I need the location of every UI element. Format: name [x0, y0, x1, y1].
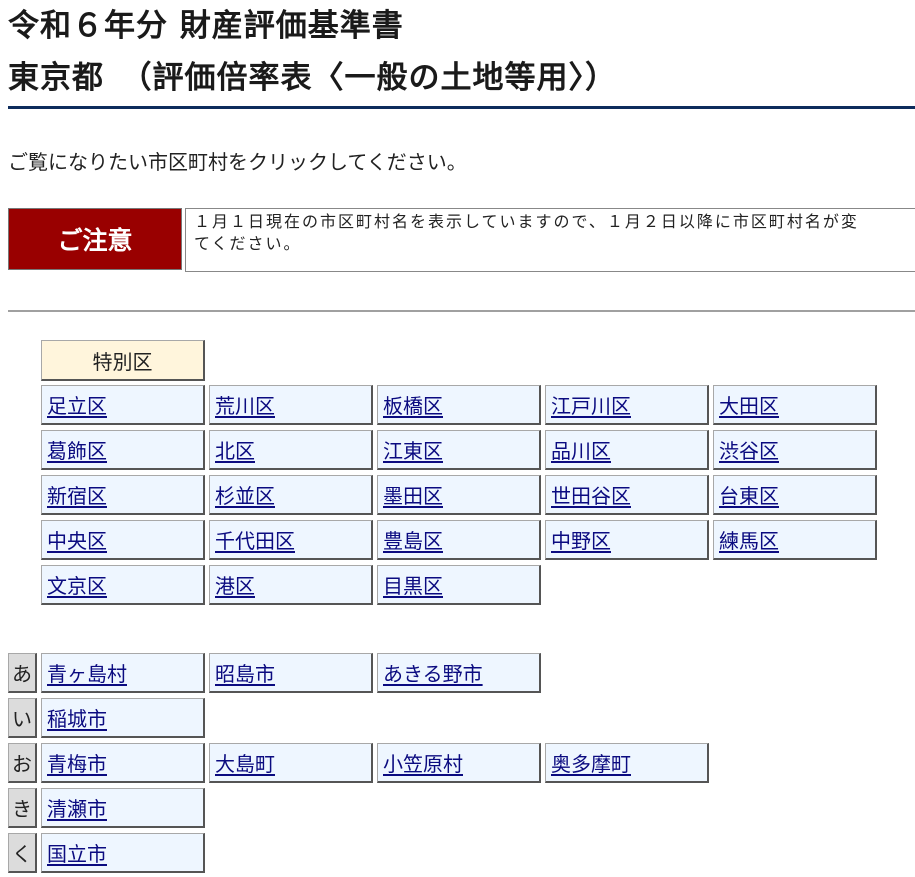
municipality-cell: 大島町: [209, 743, 373, 783]
notice-text-line: １月１日現在の市区町村名を表示していますので、１月２日以降に市区町村名が変: [194, 212, 859, 231]
municipality-link[interactable]: 青梅市: [47, 748, 107, 777]
kana-index-label: き: [8, 788, 37, 828]
kana-index-label: く: [8, 833, 37, 873]
ward-link[interactable]: 足立区: [47, 390, 107, 419]
ward-cell: 豊島区: [377, 520, 541, 560]
municipality-link[interactable]: 小笠原村: [383, 748, 463, 777]
municipality-link[interactable]: 青ヶ島村: [47, 658, 127, 687]
municipality-cell: 青ヶ島村: [41, 653, 205, 693]
municipality-link[interactable]: あきる野市: [383, 658, 483, 687]
municipality-cell: 国立市: [41, 833, 205, 873]
ward-link[interactable]: 台東区: [719, 480, 779, 509]
ward-link[interactable]: 江戸川区: [551, 390, 631, 419]
ward-cell: 中野区: [545, 520, 709, 560]
municipality-cell: 稲城市: [41, 698, 205, 738]
ward-link[interactable]: 中野区: [551, 525, 611, 554]
ward-link[interactable]: 板橋区: [383, 390, 443, 419]
notice-box: ご注意 １月１日現在の市区町村名を表示していますので、１月２日以降に市区町村名が…: [8, 208, 915, 272]
page-subtitle: 東京都 （評価倍率表〈一般の土地等用〉）: [8, 60, 617, 96]
ward-cell: 大田区: [713, 385, 877, 425]
kana-index-label: あ: [8, 653, 37, 693]
ward-link[interactable]: 墨田区: [383, 480, 443, 509]
kana-index-label: お: [8, 743, 37, 783]
ward-cell: 台東区: [713, 475, 877, 515]
municipality-cell: 奥多摩町: [545, 743, 709, 783]
ward-link[interactable]: 千代田区: [215, 525, 295, 554]
municipality-cell: あきる野市: [377, 653, 541, 693]
ward-link[interactable]: 目黒区: [383, 570, 443, 599]
ward-cell: 目黒区: [377, 565, 541, 605]
ward-link[interactable]: 葛飾区: [47, 435, 107, 464]
ward-cell: 港区: [209, 565, 373, 605]
ward-cell: 荒川区: [209, 385, 373, 425]
notice-label: ご注意: [8, 208, 182, 270]
ward-link[interactable]: 渋谷区: [719, 435, 779, 464]
ward-link[interactable]: 大田区: [719, 390, 779, 419]
ward-cell: 品川区: [545, 430, 709, 470]
ward-link[interactable]: 北区: [215, 435, 255, 464]
municipality-cell: 青梅市: [41, 743, 205, 783]
municipality-link[interactable]: 稲城市: [47, 703, 107, 732]
ward-cell: 世田谷区: [545, 475, 709, 515]
ward-cell: 文京区: [41, 565, 205, 605]
municipality-link[interactable]: 昭島市: [215, 658, 275, 687]
ward-cell: 新宿区: [41, 475, 205, 515]
ward-link[interactable]: 世田谷区: [551, 480, 631, 509]
ward-link[interactable]: 品川区: [551, 435, 611, 464]
ward-cell: 中央区: [41, 520, 205, 560]
ward-link[interactable]: 江東区: [383, 435, 443, 464]
ward-link[interactable]: 新宿区: [47, 480, 107, 509]
notice-text: １月１日現在の市区町村名を表示していますので、１月２日以降に市区町村名が変 てく…: [185, 208, 915, 272]
ward-cell: 北区: [209, 430, 373, 470]
ward-link[interactable]: 中央区: [47, 525, 107, 554]
ward-cell: 江東区: [377, 430, 541, 470]
municipality-cell: 昭島市: [209, 653, 373, 693]
ward-cell: 葛飾区: [41, 430, 205, 470]
municipality-link[interactable]: 国立市: [47, 838, 107, 867]
ward-cell: 江戸川区: [545, 385, 709, 425]
municipality-link[interactable]: 清瀬市: [47, 793, 107, 822]
special-wards-header: 特別区: [41, 340, 205, 381]
ward-cell: 足立区: [41, 385, 205, 425]
ward-cell: 渋谷区: [713, 430, 877, 470]
ward-link[interactable]: 豊島区: [383, 525, 443, 554]
kana-index-label: い: [8, 698, 37, 738]
ward-link[interactable]: 文京区: [47, 570, 107, 599]
ward-link[interactable]: 練馬区: [719, 525, 779, 554]
ward-link[interactable]: 荒川区: [215, 390, 275, 419]
ward-cell: 杉並区: [209, 475, 373, 515]
municipality-link[interactable]: 奥多摩町: [551, 748, 631, 777]
page-title-block: 令和６年分 財産評価基準書 東京都 （評価倍率表〈一般の土地等用〉）: [8, 2, 915, 109]
municipality-cell: 清瀬市: [41, 788, 205, 828]
municipality-cell: 小笠原村: [377, 743, 541, 783]
ward-link[interactable]: 杉並区: [215, 480, 275, 509]
ward-cell: 墨田区: [377, 475, 541, 515]
ward-cell: 板橋区: [377, 385, 541, 425]
ward-cell: 千代田区: [209, 520, 373, 560]
municipality-link[interactable]: 大島町: [215, 748, 275, 777]
instruction-text: ご覧になりたい市区町村をクリックしてください。: [8, 150, 467, 174]
notice-text-line: てください。: [194, 234, 302, 253]
ward-link[interactable]: 港区: [215, 570, 255, 599]
divider: [8, 310, 915, 312]
page-title: 令和６年分 財産評価基準書: [8, 8, 404, 44]
ward-cell: 練馬区: [713, 520, 877, 560]
